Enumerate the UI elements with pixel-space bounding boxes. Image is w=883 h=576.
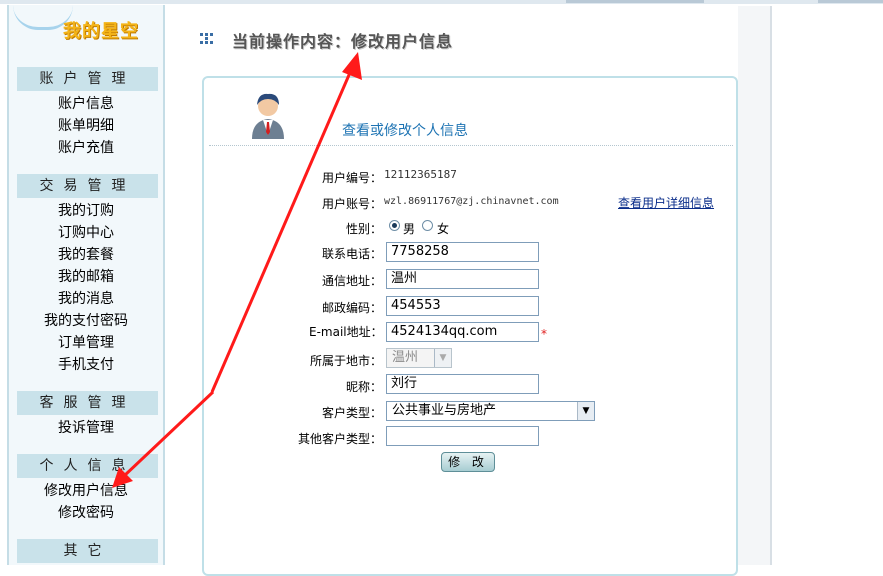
annotation-arrow-to-breadcrumb: [210, 52, 362, 393]
annotation-arrow-to-menu-item: [112, 390, 215, 488]
annotation-arrows: [112, 52, 362, 488]
